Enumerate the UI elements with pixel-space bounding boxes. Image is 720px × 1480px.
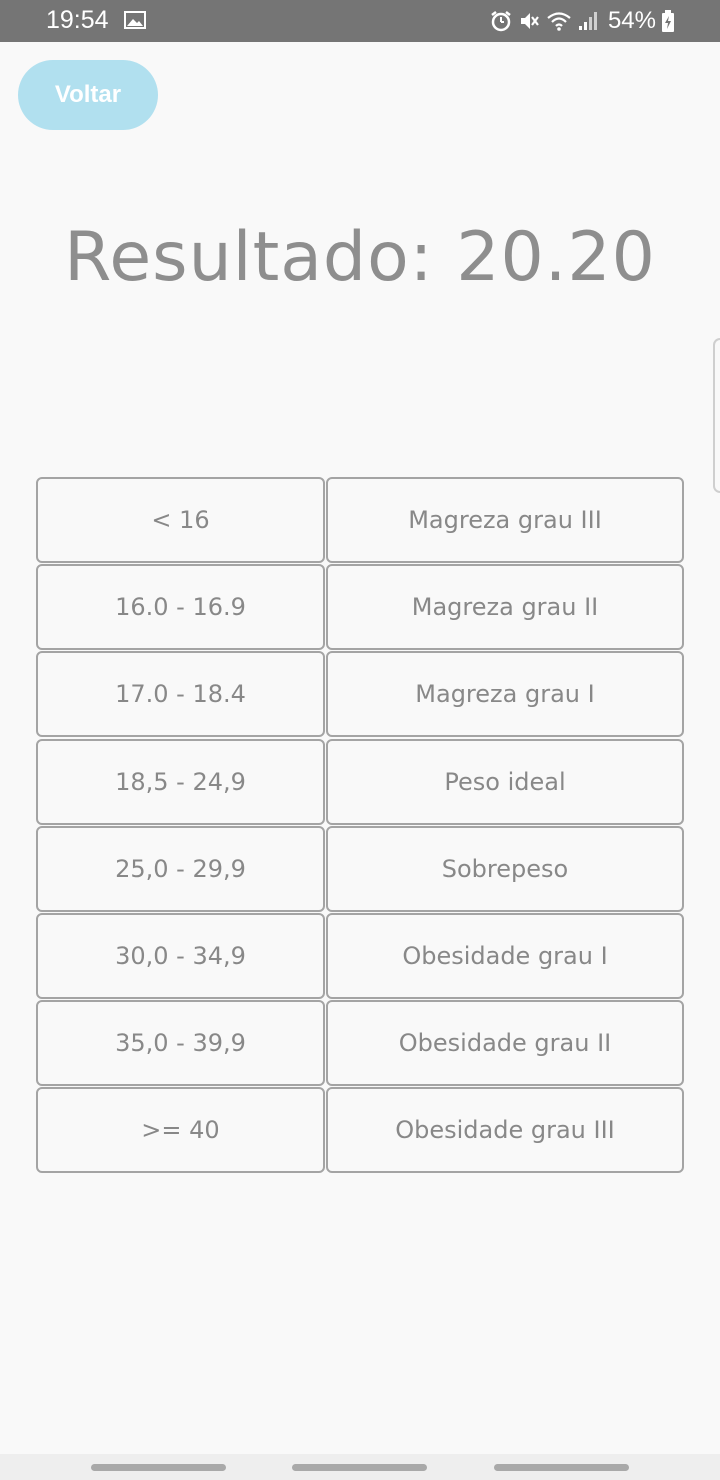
bmi-range-cell: >= 40 [36, 1087, 325, 1174]
bmi-table: < 16 Magreza grau III 16.0 - 16.9 Magrez… [36, 477, 684, 1175]
alarm-icon [491, 11, 511, 32]
table-row: 16.0 - 16.9 Magreza grau II [36, 564, 684, 651]
table-row: >= 40 Obesidade grau III [36, 1087, 684, 1174]
table-row: 25,0 - 29,9 Sobrepeso [36, 825, 684, 913]
mute-icon [520, 13, 539, 29]
bmi-classification-cell: Magreza grau II [326, 564, 684, 651]
bmi-range-cell: 35,0 - 39,9 [36, 1000, 325, 1087]
status-bar: 19:54 54% [0, 0, 720, 42]
status-icons: 54% [490, 7, 674, 34]
bmi-range-cell: 17.0 - 18.4 [36, 651, 325, 738]
table-row: 18,5 - 24,9 Peso ideal [36, 738, 684, 826]
bmi-classification-cell: Obesidade grau I [326, 912, 684, 999]
bmi-classification-cell: Obesidade grau III [326, 1087, 684, 1174]
result-value: Resultado: 20.20 [64, 218, 656, 297]
bmi-classification-cell: Obesidade grau II [326, 1000, 684, 1087]
table-row: < 16 Magreza grau III [36, 477, 684, 564]
bmi-range-cell: 18,5 - 24,9 [36, 738, 325, 825]
bmi-classification-cell: Magreza grau III [326, 477, 684, 563]
signal-icon [578, 12, 597, 30]
bmi-range-cell: 30,0 - 34,9 [36, 912, 325, 999]
table-row: 17.0 - 18.4 Magreza grau I [36, 651, 684, 738]
edge-panel-handle[interactable] [713, 338, 720, 493]
table-row: 30,0 - 34,9 Obesidade grau I [36, 912, 684, 1000]
nav-recents-button[interactable] [91, 1464, 226, 1471]
navigation-bar [0, 1454, 720, 1480]
bmi-classification-cell: Peso ideal [326, 738, 684, 825]
gallery-icon [124, 11, 146, 29]
table-row: 35,0 - 39,9 Obesidade grau II [36, 1000, 684, 1087]
bmi-classification-cell: Sobrepeso [326, 825, 684, 912]
wifi-icon [547, 12, 571, 31]
back-button[interactable]: Voltar [18, 60, 158, 130]
nav-back-button[interactable] [494, 1464, 629, 1471]
battery-icon [662, 10, 674, 32]
battery-percent: 54% [607, 7, 656, 34]
bmi-range-cell: 25,0 - 29,9 [36, 825, 325, 912]
bmi-range-cell: < 16 [36, 477, 325, 563]
status-time: 19:54 [46, 6, 109, 34]
bmi-classification-cell: Magreza grau I [326, 651, 684, 738]
nav-home-button[interactable] [292, 1464, 427, 1471]
bmi-range-cell: 16.0 - 16.9 [36, 564, 325, 651]
